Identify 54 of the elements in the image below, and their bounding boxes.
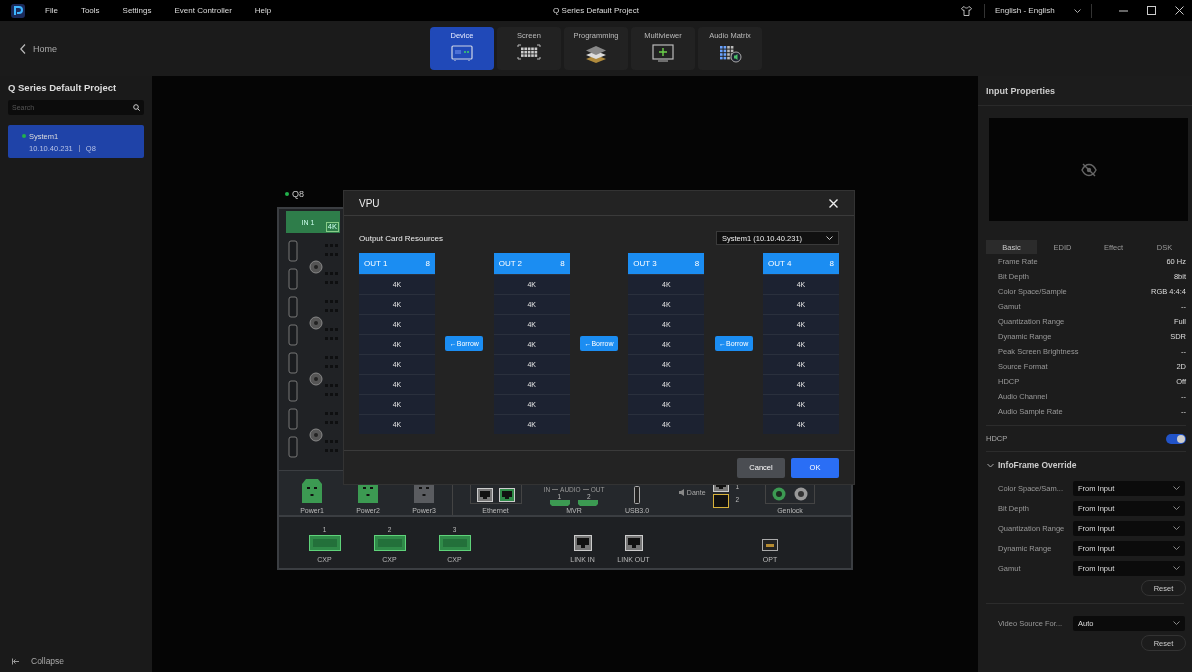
- app-logo-icon: [11, 3, 25, 18]
- output-header: OUT 2 8: [493, 253, 570, 274]
- ethernet-port-icon: [476, 488, 493, 502]
- back-link[interactable]: Home: [20, 43, 57, 54]
- ethernet-port-icon: [498, 488, 515, 502]
- close-icon[interactable]: [1175, 6, 1184, 15]
- output-header: OUT 1 8: [359, 253, 435, 274]
- hdmi-port-icon: [550, 500, 570, 506]
- section-title: Output Card Resources: [359, 233, 444, 243]
- monitor-plus-icon: [649, 43, 677, 63]
- chevron-down-icon: [1074, 8, 1081, 13]
- collapse-icon: [12, 657, 20, 665]
- bnc-connector-icon: [794, 487, 808, 501]
- optical-port-icon: [762, 539, 778, 551]
- menu-item[interactable]: Settings: [122, 6, 152, 15]
- menu-item[interactable]: Tools: [80, 6, 100, 15]
- section-header[interactable]: InfoFrame Override: [978, 452, 1192, 478]
- chevron-down-icon: [826, 236, 833, 240]
- device-icon: [448, 43, 476, 63]
- bnc-connector-icon: [772, 487, 786, 501]
- cxp-port-icon: [308, 535, 341, 551]
- language-select[interactable]: English - English: [984, 3, 1092, 18]
- menu-item[interactable]: Event Controller: [174, 6, 232, 15]
- screen-grid-icon: [515, 43, 543, 63]
- project-title: Q Series Default Project: [8, 82, 118, 93]
- chevron-down-icon: [1173, 486, 1180, 490]
- hdmi-port-icon: [578, 500, 598, 506]
- chevron-left-icon: [20, 43, 26, 54]
- menu-item[interactable]: Help: [254, 6, 272, 15]
- chevron-down-icon: [987, 461, 994, 469]
- dialog-title: VPU: [359, 197, 380, 209]
- hidden-eye-icon: [1080, 162, 1097, 177]
- cxp-port-icon: [373, 535, 406, 551]
- output-header: OUT 4 8: [762, 253, 839, 274]
- cxp-port-icon: [438, 535, 471, 551]
- menu-item[interactable]: File: [45, 6, 58, 15]
- collapse-button[interactable]: Collapse: [8, 651, 144, 671]
- ethernet-port-icon: [624, 535, 643, 551]
- toggle-switch[interactable]: [1166, 433, 1186, 444]
- speaker-icon: [678, 489, 685, 496]
- ethernet-port-icon: [573, 535, 592, 551]
- maximize-icon[interactable]: [1147, 6, 1156, 15]
- window-title: Q Series Default Project: [553, 6, 639, 15]
- chevron-down-icon: [1173, 621, 1180, 625]
- chevron-down-icon: [1173, 546, 1180, 550]
- chevron-down-icon: [1173, 506, 1180, 510]
- panel-title: Input Properties: [978, 76, 1192, 106]
- output-header: OUT 3 8: [628, 253, 705, 274]
- shirt-icon: [961, 5, 972, 16]
- chevron-down-icon: [1173, 526, 1180, 530]
- ethernet-port-icon: [712, 493, 729, 508]
- device-name: Q8: [292, 189, 304, 199]
- search-icon[interactable]: [133, 104, 140, 111]
- chevron-down-icon: [1173, 566, 1180, 570]
